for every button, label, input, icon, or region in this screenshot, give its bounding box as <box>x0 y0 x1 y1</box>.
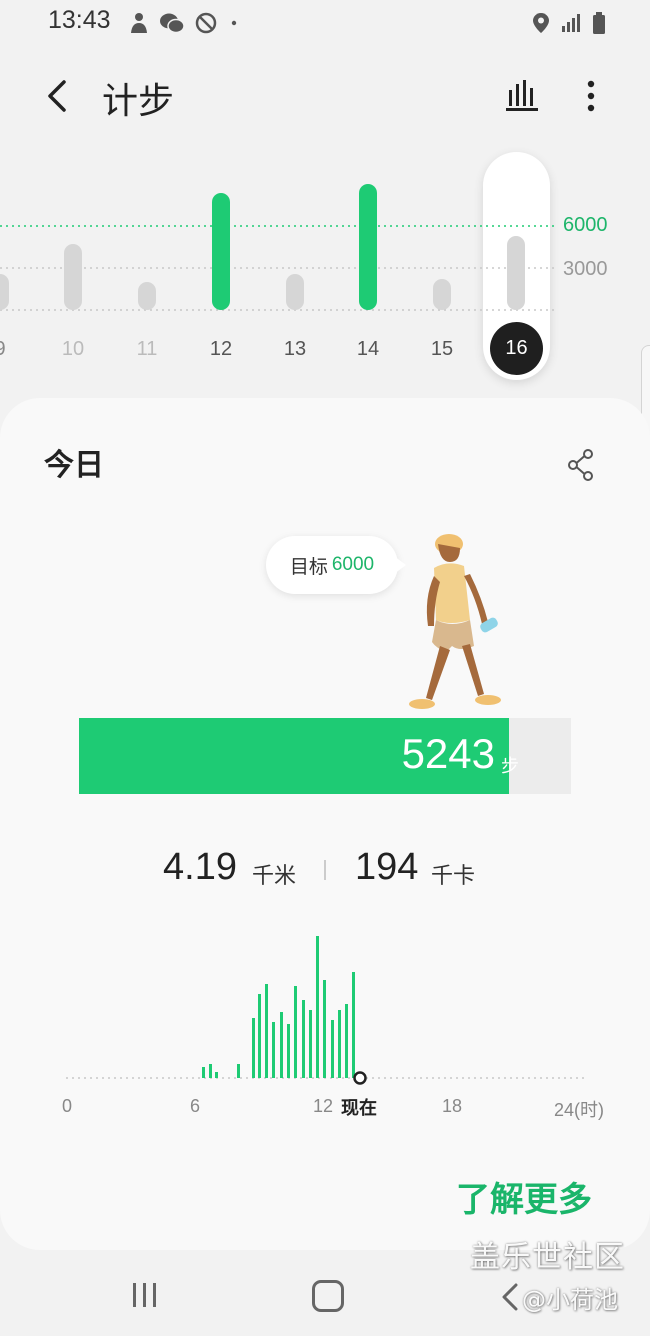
learn-more-link[interactable]: 了解更多 <box>456 1172 592 1221</box>
today-title: 今日 <box>44 448 104 483</box>
hourly-steps-chart: 0 6 12 现在 18 24(时) <box>0 918 650 1148</box>
hourly-bar <box>309 1010 312 1078</box>
hourly-bar <box>258 994 261 1078</box>
dot-icon <box>231 20 237 26</box>
hourly-bar <box>323 980 326 1078</box>
walking-person-illustration <box>409 534 501 709</box>
hour-label: 12 <box>313 1096 334 1116</box>
now-marker <box>353 1071 367 1085</box>
watermark-community: 盖乐世社区 <box>470 1240 625 1275</box>
day-label[interactable]: 14 <box>343 338 393 361</box>
hourly-bar <box>352 972 355 1078</box>
hourly-bar <box>316 936 319 1078</box>
day-bar[interactable] <box>0 274 9 310</box>
day-bar[interactable] <box>433 279 451 310</box>
day-bar[interactable] <box>64 244 82 310</box>
page-title: 计步 <box>102 81 175 122</box>
step-unit: 步 <box>501 756 519 777</box>
bar-chart-icon[interactable] <box>504 76 540 112</box>
selected-day-label[interactable]: 16 <box>490 322 543 375</box>
goal-bubble: 目标 6000 <box>266 536 398 594</box>
day-bar[interactable] <box>138 282 156 310</box>
location-icon <box>533 13 549 33</box>
step-progress-bar: 5243 步 <box>79 718 571 794</box>
watermark-author: @小荷池 <box>522 1286 618 1314</box>
mid-axis-label: 3000 <box>563 258 608 280</box>
goal-axis-label: 6000 <box>563 214 608 236</box>
goal-value: 6000 <box>331 554 375 575</box>
distance-unit: 千米 <box>252 864 297 889</box>
hour-label: 0 <box>62 1096 73 1116</box>
hour-label: 24(时) <box>554 1100 605 1120</box>
today-stats: 4.19 千米 194 千卡 <box>0 842 650 892</box>
status-icons-left <box>128 10 241 36</box>
hourly-bar <box>272 1022 275 1078</box>
goal-text: 目标 <box>289 555 328 578</box>
app-header: 计步 <box>0 60 650 132</box>
day-label[interactable]: 10 <box>48 338 98 361</box>
hourly-bar <box>252 1018 255 1078</box>
hourly-bars <box>202 936 355 1078</box>
day-bar[interactable] <box>507 236 525 310</box>
status-bar: 13:43 <box>0 0 650 44</box>
hourly-bar <box>338 1010 341 1078</box>
now-label: 现在 <box>341 1098 377 1119</box>
home-button[interactable] <box>312 1280 344 1312</box>
hourly-bar <box>294 986 297 1078</box>
hourly-bar <box>209 1064 212 1078</box>
today-card: 今日 目标 6000 5243 步 4.19 千米 194 千卡 0 6 12 … <box>0 398 650 1250</box>
hourly-bar <box>265 984 268 1078</box>
hourly-bar <box>280 1012 283 1078</box>
battery-icon <box>593 12 605 34</box>
calories-unit: 千卡 <box>431 864 476 889</box>
day-label[interactable]: 9 <box>0 338 25 361</box>
day-bar[interactable] <box>212 193 230 310</box>
wechat-icon <box>160 13 185 34</box>
day-bar[interactable] <box>286 274 304 310</box>
stats-divider <box>324 860 326 880</box>
hourly-bar <box>302 1000 305 1078</box>
status-icons-right <box>532 10 606 36</box>
hourly-bar <box>215 1072 218 1078</box>
nav-back-button[interactable] <box>500 1282 520 1312</box>
calories-value: 194 <box>355 846 419 888</box>
notification-person-icon <box>131 13 147 33</box>
recent-apps-button[interactable] <box>128 1280 162 1310</box>
hourly-bar <box>237 1064 240 1078</box>
hourly-bar <box>202 1067 205 1078</box>
status-time: 13:43 <box>48 6 111 34</box>
step-count: 5243 <box>401 730 495 777</box>
day-label[interactable]: 13 <box>270 338 320 361</box>
share-icon[interactable] <box>566 448 596 482</box>
day-label[interactable]: 12 <box>196 338 246 361</box>
weekly-steps-chart: 6000 3000 9 10 11 12 13 14 15 16 <box>0 150 650 390</box>
signal-icon <box>562 14 580 32</box>
more-options-icon[interactable] <box>576 76 606 116</box>
distance-value: 4.19 <box>163 846 237 888</box>
hour-label: 18 <box>442 1096 463 1116</box>
day-label[interactable]: 11 <box>122 338 172 361</box>
day-label[interactable]: 15 <box>417 338 467 361</box>
do-not-disturb-icon <box>195 12 217 34</box>
hour-label: 6 <box>190 1096 201 1116</box>
hourly-bar <box>345 1004 348 1078</box>
hourly-bar <box>287 1024 290 1078</box>
back-button[interactable] <box>38 74 78 118</box>
day-bar[interactable] <box>359 184 377 310</box>
hourly-bar <box>331 1020 334 1078</box>
